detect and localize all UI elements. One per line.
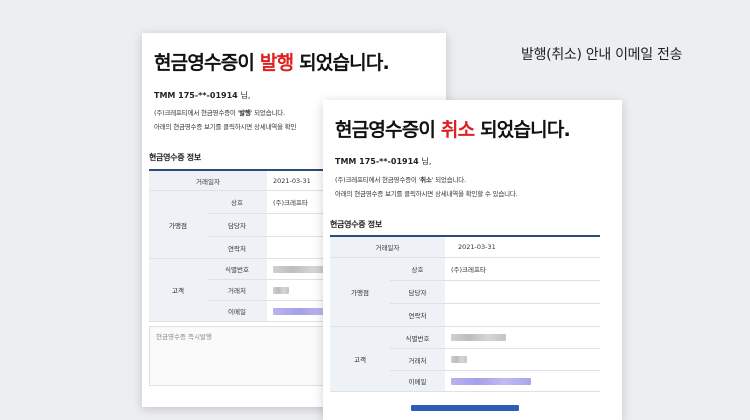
merchant-name-label: 상호 — [390, 258, 445, 280]
merchant-group-label: 가맹점 — [149, 191, 208, 259]
section-title: 현금영수증 정보 — [149, 153, 201, 162]
recipient-name: TMM 175-**-01914 님, — [154, 91, 251, 100]
redacted-email — [451, 377, 531, 385]
recipient-name: TMM 175-**-01914 님, — [335, 157, 432, 166]
page-caption: 발행(취소) 안내 이메일 전송 — [521, 47, 683, 63]
customer-email-label: 이메일 — [390, 371, 445, 391]
customer-group-label: 고객 — [330, 327, 391, 392]
merchant-manager-label: 담당자 — [207, 214, 267, 236]
table-row: 담당자 — [390, 281, 600, 304]
table-row: 이메일 — [390, 371, 600, 392]
redacted-id — [451, 334, 506, 341]
table-row: 상호 (주)크레프타 — [390, 258, 600, 281]
merchant-contact-label: 연락처 — [390, 304, 445, 326]
notice-line-2: 아래의 현금영수증 보기를 클릭하시면 상세내역을 확인 — [154, 123, 297, 131]
receipt-info-table: 거래일자 2021-03-31 가맹점 상호 (주)크레프타 담당자 연락처 고… — [330, 235, 600, 392]
customer-group-label: 고객 — [149, 259, 208, 322]
customer-email-label: 이메일 — [207, 301, 267, 321]
notice-line-1: (주)크레프티에서 현금영수증이 '취소' 되었습니다. — [335, 176, 466, 184]
date-label: 거래일자 — [149, 171, 267, 190]
table-row: 거래처 — [390, 349, 600, 371]
merchant-group-label: 가맹점 — [330, 258, 391, 327]
cancelled-email-title: 현금영수증이 취소 되었습니다. — [335, 119, 571, 141]
view-receipt-button[interactable] — [411, 405, 519, 411]
issued-email-title: 현금영수증이 발행 되었습니다. — [154, 52, 390, 74]
section-title: 현금영수증 정보 — [330, 220, 382, 229]
customer-id-label: 식별번호 — [390, 327, 445, 348]
date-value: 2021-03-31 — [458, 243, 496, 251]
notice-line-1: (주)크레프티에서 현금영수증이 '발행' 되었습니다. — [154, 109, 285, 117]
merchant-name-value: (주)크레프타 — [451, 266, 486, 274]
customer-name-label: 거래처 — [207, 280, 267, 300]
date-label: 거래일자 — [330, 237, 445, 257]
table-row: 식별번호 — [390, 327, 600, 349]
table-row: 연락처 — [390, 304, 600, 327]
cancelled-email-card: 현금영수증이 취소 되었습니다. TMM 175-**-01914 님, (주)… — [323, 100, 622, 420]
merchant-name-label: 상호 — [207, 191, 267, 213]
table-row: 거래일자 2021-03-31 — [330, 237, 600, 258]
merchant-manager-label: 담당자 — [390, 281, 445, 303]
customer-id-label: 식별번호 — [207, 259, 267, 279]
redacted-name — [273, 286, 289, 294]
notice-line-2: 아래의 현금영수증 보기를 클릭하시면 상세내역을 확인할 수 있습니다. — [335, 190, 518, 198]
redacted-name — [451, 356, 467, 363]
customer-name-label: 거래처 — [390, 349, 445, 370]
merchant-contact-label: 연락처 — [207, 237, 267, 258]
